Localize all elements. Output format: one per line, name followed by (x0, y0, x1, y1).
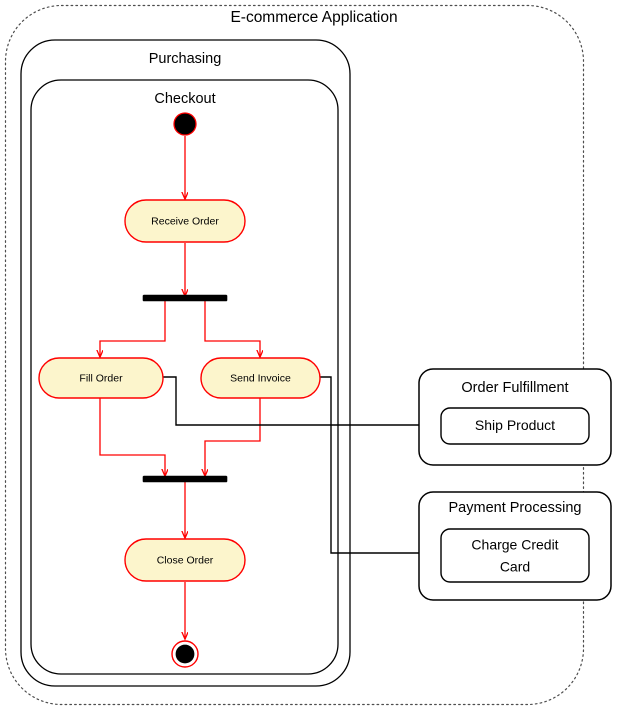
partition-order-fulfillment-title: Order Fulfillment (461, 380, 568, 396)
action-close-order[interactable]: Close Order (124, 538, 246, 582)
final-node[interactable] (171, 640, 199, 668)
action-receive-order-label: Receive Order (151, 215, 219, 227)
partition-payment-processing: Payment Processing Charge Credit Card (418, 491, 612, 601)
action-charge-credit-card-label-line1: Charge Credit (471, 537, 558, 553)
action-fill-order[interactable]: Fill Order (38, 357, 164, 399)
join-bar[interactable] (142, 475, 228, 483)
package-purchasing-title: Purchasing (149, 51, 222, 67)
action-send-invoice[interactable]: Send Invoice (200, 357, 321, 399)
action-ship-product-label: Ship Product (475, 417, 555, 433)
action-fill-order-label: Fill Order (79, 372, 123, 384)
action-ship-product[interactable]: Ship Product (440, 407, 590, 445)
fork-bar[interactable] (142, 294, 228, 302)
initial-node[interactable] (173, 112, 197, 136)
activity-diagram-canvas: E-commerce Application Purchasing Checko… (0, 0, 631, 711)
partition-order-fulfillment: Order Fulfillment Ship Product (418, 368, 612, 466)
partition-payment-processing-title: Payment Processing (449, 500, 582, 516)
action-charge-credit-card-label-line2: Card (500, 559, 530, 575)
action-close-order-label: Close Order (157, 554, 214, 566)
action-receive-order[interactable]: Receive Order (124, 199, 246, 243)
activity-checkout-title: Checkout (154, 91, 215, 107)
action-charge-credit-card[interactable]: Charge Credit Card (440, 528, 590, 583)
action-send-invoice-label: Send Invoice (230, 372, 291, 384)
outer-boundary-title: E-commerce Application (230, 9, 397, 26)
